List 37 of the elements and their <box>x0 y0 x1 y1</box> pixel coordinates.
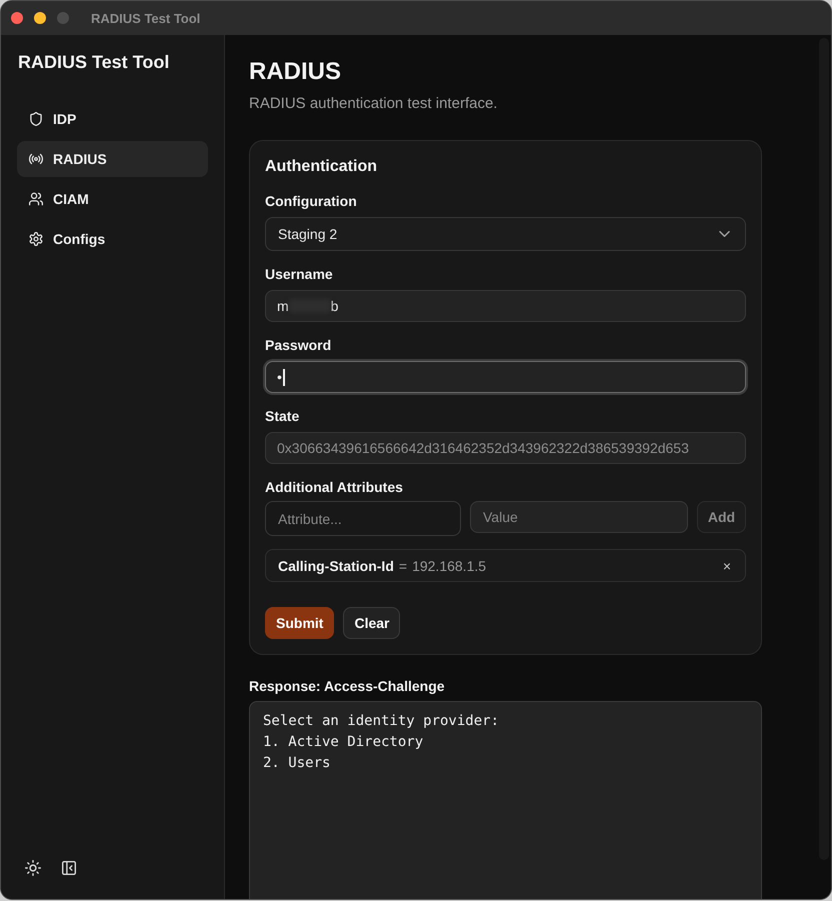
broadcast-icon <box>29 152 43 166</box>
field-label: State <box>265 407 300 425</box>
window-title: RADIUS Test Tool <box>91 10 200 26</box>
sidebar-item[interactable]: CIAM <box>17 181 208 217</box>
clear-button[interactable]: Clear <box>343 607 400 639</box>
configuration-select[interactable]: Staging 2 <box>265 217 746 251</box>
sun-icon[interactable] <box>25 860 41 876</box>
chevron-down-icon <box>719 231 730 237</box>
app-title: RADIUS Test Tool <box>17 51 170 74</box>
page-subtitle: RADIUS authentication test interface. <box>249 94 498 114</box>
close-icon[interactable] <box>11 12 23 24</box>
attribute-input[interactable]: Attribute... <box>265 501 461 536</box>
response-label: Response: Access-Challenge <box>249 677 446 695</box>
panel-collapse-icon[interactable] <box>62 861 76 875</box>
minimize-icon[interactable] <box>34 12 46 24</box>
field-label: Username <box>265 265 334 283</box>
username-field[interactable]: m b <box>265 290 746 322</box>
submit-button[interactable]: Submit <box>265 607 334 639</box>
sidebar-item[interactable]: IDP <box>17 101 208 137</box>
equals-sign: = <box>398 558 408 574</box>
password-field[interactable]: • <box>265 361 746 393</box>
field-label: Password <box>265 336 332 354</box>
remove-button[interactable]: × <box>720 558 733 574</box>
page-title: RADIUS <box>249 57 342 87</box>
response-textarea[interactable]: Select an identity provider: 1. Active Directory 2. Users <box>249 701 762 899</box>
attribute-value: 192.168.1.5 <box>412 558 486 574</box>
field-label: Configuration <box>265 192 358 210</box>
settings-icon <box>29 232 43 246</box>
value-input[interactable]: Value <box>470 501 688 533</box>
text-cursor-icon <box>282 368 285 386</box>
sidebar-item[interactable]: Configs <box>17 221 208 257</box>
field-label: Additional Attributes <box>265 478 404 496</box>
attribute-name: Calling-Station-Id <box>278 558 394 574</box>
card-title: Authentication <box>265 157 378 177</box>
shield-icon <box>29 112 43 126</box>
sidebar-item[interactable]: RADIUS <box>17 141 208 177</box>
users-icon <box>29 192 43 206</box>
